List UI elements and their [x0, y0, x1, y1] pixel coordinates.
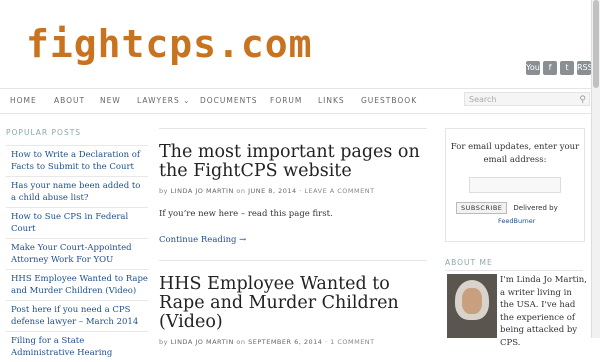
- email-subscribe-widget: For email updates, enter your email addr…: [445, 128, 585, 242]
- post-meta: by LINDA JO MARTIN on SEPTEMBER 6, 2014 …: [159, 338, 427, 346]
- about-divider: [445, 270, 583, 271]
- facebook-icon[interactable]: f: [543, 61, 557, 75]
- popular-post-link[interactable]: Post here if you need a CPS defense lawy…: [6, 300, 148, 331]
- site-logo[interactable]: fightcps.com: [26, 22, 313, 66]
- feedburner-link[interactable]: FeedBurner: [498, 217, 584, 225]
- rss-icon[interactable]: RSS: [577, 61, 593, 75]
- search-placeholder: Search: [469, 95, 497, 104]
- comments-link[interactable]: LEAVE A COMMENT: [304, 187, 374, 195]
- social-icons: YouTube f t RSS: [526, 61, 593, 75]
- popular-post-link[interactable]: Has your name been added to a child abus…: [6, 176, 148, 207]
- meta-on: on: [236, 338, 246, 346]
- nav-home[interactable]: HOME: [10, 96, 37, 105]
- post-author[interactable]: LINDA JO MARTIN: [171, 338, 234, 346]
- popular-posts-list: How to Write a Declaration of Facts to S…: [6, 145, 148, 362]
- search-icon[interactable]: ⚲: [579, 93, 586, 107]
- main-content: The most important pages on the FightCPS…: [159, 128, 427, 346]
- chevron-down-icon: ⌄: [183, 96, 191, 105]
- scrollbar[interactable]: [591, 0, 600, 338]
- post-date: SEPTEMBER 6, 2014: [248, 338, 323, 346]
- nav-forum[interactable]: FORUM: [270, 96, 302, 105]
- author-photo: [447, 274, 497, 338]
- email-intro: For email updates, enter your email addr…: [450, 142, 580, 165]
- subscribe-row: SUBSCRIBE Delivered by: [456, 202, 584, 214]
- popular-post-link[interactable]: Filing for a State Administrative Hearin…: [6, 331, 148, 362]
- nav-lawyers[interactable]: LAWYERS ⌄: [137, 96, 190, 105]
- post-date: JUNE 8, 2014: [248, 187, 297, 195]
- nav-about[interactable]: ABOUT: [54, 96, 85, 105]
- delivered-by-label: Delivered by: [513, 204, 558, 212]
- continue-reading-link[interactable]: Continue Reading →: [159, 235, 427, 245]
- meta-by: by: [159, 338, 168, 346]
- post-author[interactable]: LINDA JO MARTIN: [171, 187, 234, 195]
- meta-on: on: [236, 187, 246, 195]
- nav-documents[interactable]: DOCUMENTS: [200, 96, 258, 105]
- subscribe-button[interactable]: SUBSCRIBE: [456, 202, 508, 214]
- nav-lawyers-label: LAWYERS: [137, 96, 180, 105]
- scrollbar-thumb[interactable]: [593, 0, 599, 88]
- popular-post-link[interactable]: How to Sue CPS in Federal Court: [6, 207, 148, 238]
- popular-post-link[interactable]: Make Your Court-Appointed Attorney Work …: [6, 238, 148, 269]
- nav-guestbook[interactable]: GUESTBOOK: [361, 96, 417, 105]
- nav-links[interactable]: LINKS: [318, 96, 345, 105]
- email-field[interactable]: [469, 177, 561, 193]
- photo-face: [462, 288, 482, 314]
- post-title[interactable]: The most important pages on the FightCPS…: [159, 143, 427, 181]
- post-divider: [159, 260, 427, 261]
- popular-post-link[interactable]: HHS Employee Wanted to Rape and Murder C…: [6, 269, 148, 300]
- meta-separator: ·: [299, 187, 302, 195]
- about-heading: ABOUT ME: [445, 258, 493, 267]
- post-title[interactable]: HHS Employee Wanted to Rape and Murder C…: [159, 275, 427, 332]
- comments-link[interactable]: 1 COMMENT: [330, 338, 375, 346]
- post-meta: by LINDA JO MARTIN on JUNE 8, 2014 · LEA…: [159, 187, 427, 195]
- nav-new[interactable]: NEW: [100, 96, 121, 105]
- twitter-icon[interactable]: t: [560, 61, 574, 75]
- search-input[interactable]: Search ⚲: [464, 92, 590, 106]
- meta-by: by: [159, 187, 168, 195]
- youtube-icon[interactable]: YouTube: [526, 61, 559, 75]
- post-excerpt: If you’re new here – read this page firs…: [159, 209, 333, 219]
- meta-separator: ·: [324, 338, 328, 346]
- popular-post-link[interactable]: How to Write a Declaration of Facts to S…: [6, 145, 148, 176]
- popular-posts-heading: POPULAR POSTS: [6, 128, 82, 137]
